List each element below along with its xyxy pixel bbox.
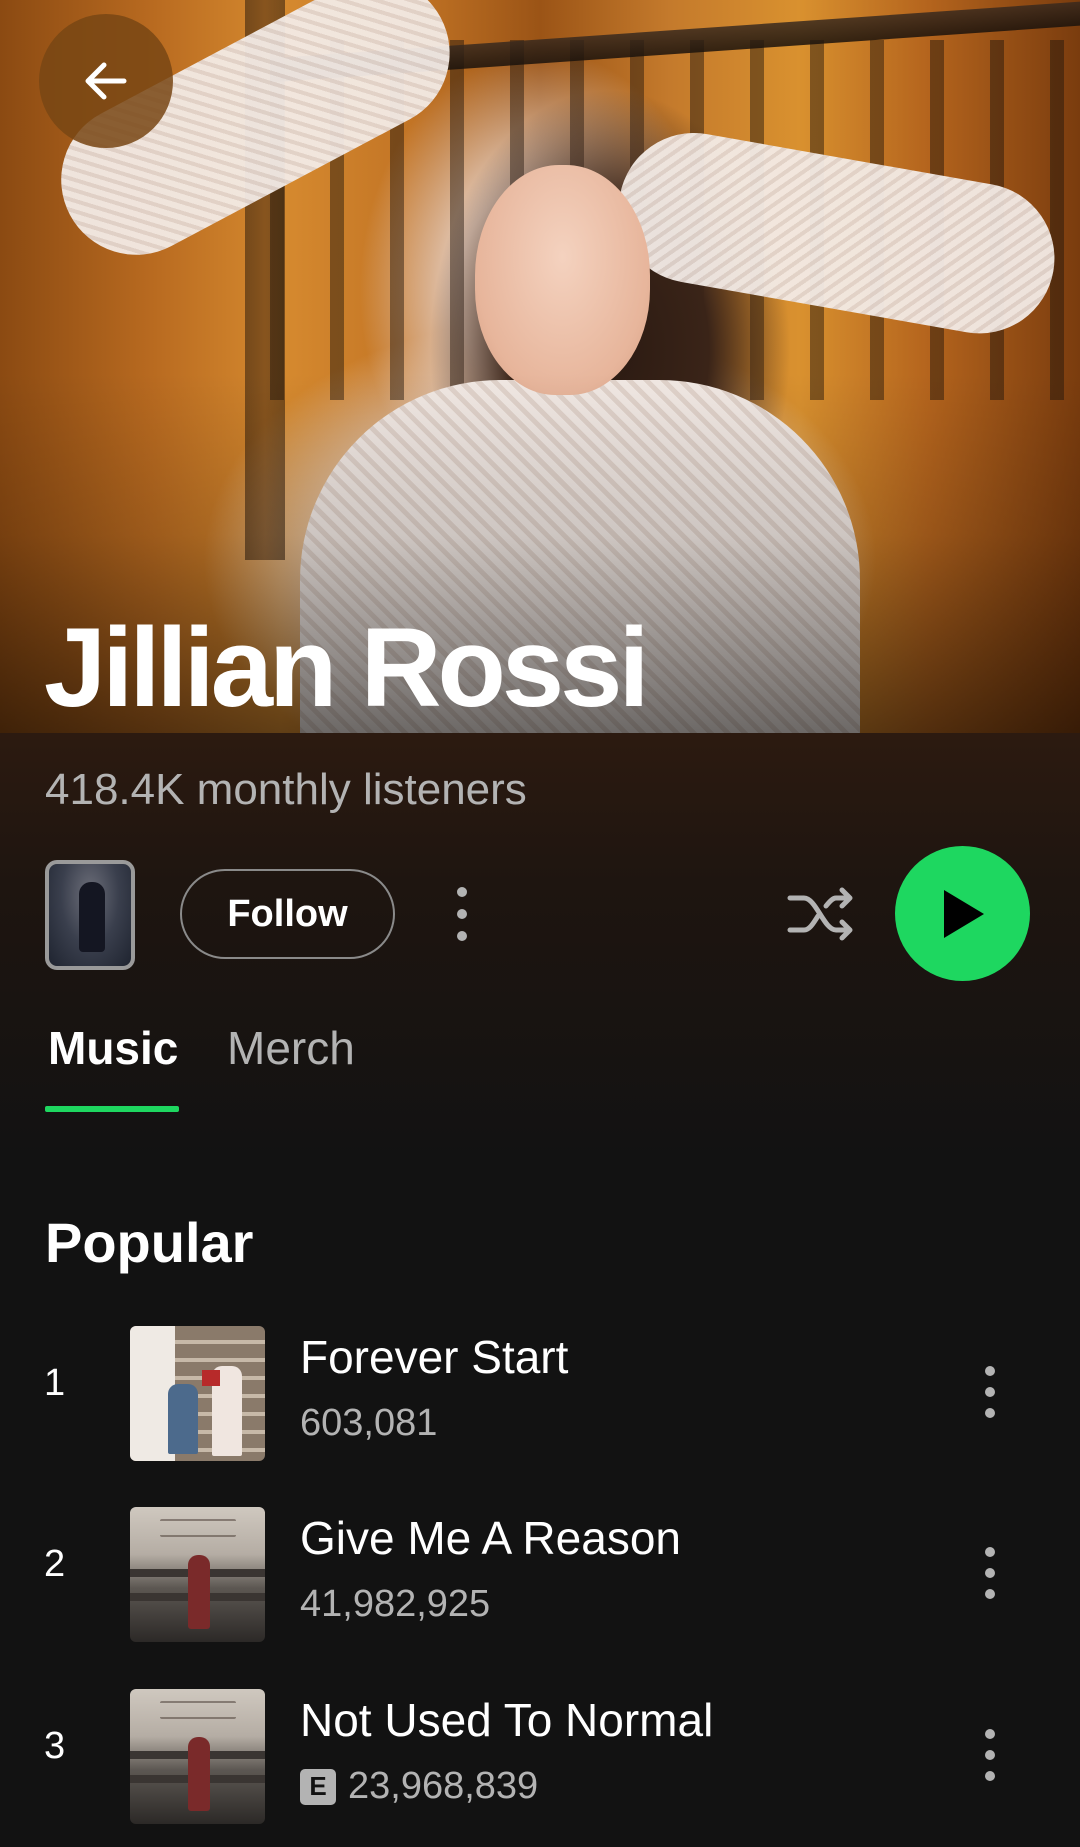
track-rank: 2 [44, 1543, 66, 1585]
play-button[interactable] [895, 846, 1030, 981]
play-icon [943, 889, 984, 938]
explicit-badge: E [300, 1768, 336, 1805]
artist-thumbnail[interactable] [45, 860, 135, 970]
more-options-button[interactable] [440, 874, 484, 954]
artist-name: Jillian Rossi [44, 605, 650, 730]
track-more-button[interactable] [970, 1720, 1010, 1790]
track-artwork [130, 1689, 265, 1824]
track-plays: 23,968,839 [348, 1765, 539, 1807]
track-title: Forever Start [300, 1331, 569, 1383]
more-vertical-icon [457, 887, 467, 941]
track-rank: 3 [44, 1725, 66, 1767]
track-artwork [130, 1326, 265, 1461]
arrow-left-icon [85, 62, 127, 100]
tab-merch[interactable]: Merch [227, 1018, 355, 1078]
track-title: Not Used To Normal [300, 1694, 714, 1746]
follow-button[interactable]: Follow [180, 869, 395, 959]
track-meta: E 23,968,839 [300, 1765, 538, 1808]
popular-heading: Popular [45, 1211, 254, 1274]
artist-page: Jillian Rossi 418.4K monthly listeners F… [0, 0, 1080, 1847]
more-vertical-icon [985, 1547, 995, 1599]
shuffle-icon [787, 887, 853, 941]
artist-tabs: Music Merch [45, 1018, 1045, 1118]
track-title: Give Me A Reason [300, 1512, 681, 1564]
track-more-button[interactable] [970, 1357, 1010, 1427]
track-artwork [130, 1507, 265, 1642]
tab-music[interactable]: Music [48, 1018, 178, 1078]
back-button[interactable] [39, 14, 173, 148]
track-row[interactable]: 3 Not Used To Normal E 23,968,839 [0, 1685, 1080, 1825]
monthly-listeners: 418.4K monthly listeners [45, 765, 527, 814]
track-rank: 1 [44, 1362, 66, 1404]
artist-controls: Follow [0, 840, 1080, 990]
track-row[interactable]: 1 Forever Start 603,081 [0, 1322, 1080, 1462]
track-meta: 603,081 [300, 1402, 437, 1445]
track-plays: 41,982,925 [300, 1583, 491, 1625]
more-vertical-icon [985, 1366, 995, 1418]
track-meta: 41,982,925 [300, 1583, 490, 1626]
shuffle-button[interactable] [780, 874, 864, 954]
more-vertical-icon [985, 1729, 995, 1781]
track-row[interactable]: 2 Give Me A Reason 41,982,925 [0, 1503, 1080, 1643]
active-tab-indicator [45, 1106, 179, 1112]
track-plays: 603,081 [300, 1402, 438, 1444]
track-more-button[interactable] [970, 1538, 1010, 1608]
